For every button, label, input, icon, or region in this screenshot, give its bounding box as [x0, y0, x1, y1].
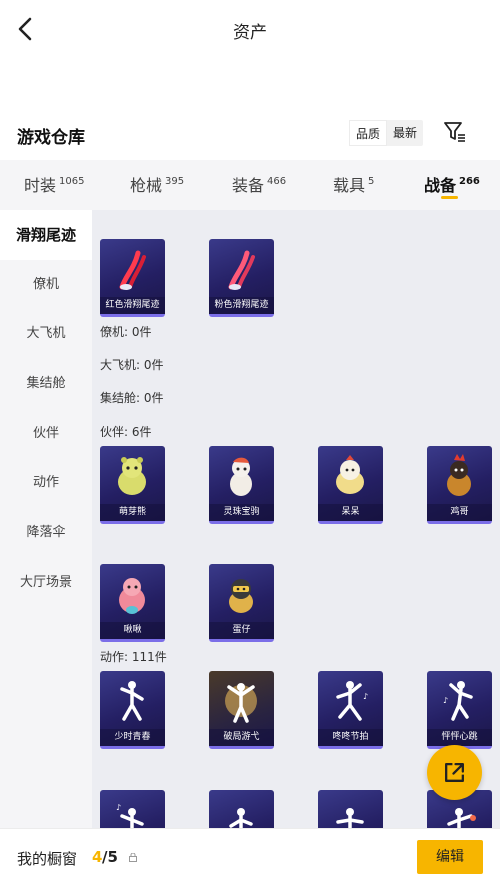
item-card-name: 红色滑翔尾迹: [100, 297, 165, 314]
item-card-name: 怦怦心跳: [427, 729, 492, 746]
item-card-name: 少时青春: [100, 729, 165, 746]
dance-pose-icon: ♪: [336, 681, 368, 721]
pod-count-label: 集结舱: 0件: [100, 391, 164, 405]
item-card-action-6[interactable]: [209, 790, 274, 830]
sidebar-item-parachute[interactable]: 降落伞: [0, 508, 92, 558]
item-card-pink-glide-trail[interactable]: 粉色滑翔尾迹: [209, 239, 274, 317]
item-card-action-3[interactable]: ♪ 咚咚节拍: [318, 671, 383, 749]
tab-active-indicator: [441, 196, 458, 199]
svg-text:♪: ♪: [116, 803, 121, 812]
tab-battle-gear[interactable]: 战备 266: [424, 172, 480, 196]
rooster-partner-icon: [447, 454, 471, 496]
top-bar: 资产: [0, 0, 500, 60]
item-card-name: 破局游弋: [209, 729, 274, 746]
item-card-action-2[interactable]: 破局游弋: [209, 671, 274, 749]
item-card-name: 粉色滑翔尾迹: [209, 297, 274, 314]
item-card-partner-horse[interactable]: 灵珠宝驹: [209, 446, 274, 524]
dance-pose-icon: [447, 808, 476, 830]
glide-trail-icon: [228, 250, 255, 290]
tab-vehicles[interactable]: 载具 5: [333, 172, 374, 196]
tab-fashion[interactable]: 时装 1065: [24, 172, 84, 196]
sidebar-item-lobby-scene[interactable]: 大厅场景: [0, 558, 92, 608]
svg-text:♪: ♪: [363, 692, 368, 701]
item-card-name: 咚咚节拍: [318, 729, 383, 746]
sidebar-item-plane[interactable]: 大飞机: [0, 309, 92, 359]
dance-pose-icon: [120, 681, 144, 721]
sort-newest-button[interactable]: 最新: [387, 120, 423, 146]
sidebar-item-partner[interactable]: 伙伴: [0, 409, 92, 459]
item-card-name: 啾啾: [100, 622, 165, 639]
item-card-action-4[interactable]: ♪ 怦怦心跳: [427, 671, 492, 749]
sidebar-item-wingman[interactable]: 僚机: [0, 260, 92, 310]
item-grid: 红色滑翔尾迹 粉色滑翔尾迹 僚机: 0件 大飞机: 0件 集结舱: 0件 伙伴:…: [92, 210, 500, 830]
share-button[interactable]: [427, 745, 482, 800]
item-card-name: 蛋仔: [209, 622, 274, 639]
item-card-partner-egg[interactable]: 蛋仔: [209, 564, 274, 642]
bottom-bar: 我的橱窗 4 /5 编辑: [0, 828, 500, 886]
item-card-red-glide-trail[interactable]: 红色滑翔尾迹: [100, 239, 165, 317]
item-card-name: 呆呆: [318, 504, 383, 521]
egg-partner-icon: [229, 579, 253, 613]
sort-toggle: 品质 最新: [349, 120, 424, 146]
edit-button[interactable]: 编辑: [417, 840, 483, 874]
item-card-partner-rooster[interactable]: 鸡哥: [427, 446, 492, 524]
tab-equipment[interactable]: 装备 466: [232, 172, 286, 196]
chick-partner-icon: [336, 455, 364, 494]
item-card-action-5[interactable]: ♪: [100, 790, 165, 830]
lock-icon: [129, 853, 137, 862]
partner-count-label: 伙伴: 6件: [100, 425, 152, 439]
item-card-action-1[interactable]: 少时青春: [100, 671, 165, 749]
tab-guns[interactable]: 枪械 395: [130, 172, 184, 196]
item-card-action-7[interactable]: [318, 790, 383, 830]
sidebar-item-glide-trail[interactable]: 滑翔尾迹: [0, 210, 92, 260]
sidebar: 滑翔尾迹 僚机 大飞机 集结舱 伙伴 动作 降落伞 大厅场景: [0, 210, 92, 830]
bear-partner-icon: [118, 457, 146, 495]
category-tabs: 时装 1065 枪械 395 装备 466 载具 5 战备 266: [0, 160, 500, 210]
item-card-partner-bear[interactable]: 萌芽熊: [100, 446, 165, 524]
dance-pose-icon: [229, 808, 253, 830]
showcase-label: 我的橱窗: [17, 850, 78, 868]
showcase-count: 4: [92, 848, 103, 866]
dance-pose-icon: ♪: [443, 681, 473, 721]
action-count-label: 动作: 111件: [100, 650, 167, 664]
dance-pose-icon: [225, 683, 257, 723]
horse-partner-icon: [230, 457, 252, 496]
section-title: 游戏仓库: [17, 128, 85, 148]
glide-trail-icon: [119, 250, 146, 290]
item-card-partner-chick[interactable]: 呆呆: [318, 446, 383, 524]
share-icon: [445, 763, 464, 782]
sidebar-item-action[interactable]: 动作: [0, 458, 92, 508]
wingman-count-label: 僚机: 0件: [100, 325, 152, 339]
showcase-total: /5: [102, 848, 118, 866]
bird-partner-icon: [119, 578, 145, 614]
item-card-name: 鸡哥: [427, 504, 492, 521]
sidebar-item-pod[interactable]: 集结舱: [0, 359, 92, 409]
item-card-name: 灵珠宝驹: [209, 504, 274, 521]
plane-count-label: 大飞机: 0件: [100, 358, 164, 372]
filter-icon[interactable]: [443, 120, 467, 144]
dance-pose-icon: [336, 808, 364, 830]
sort-quality-button[interactable]: 品质: [349, 120, 388, 146]
svg-text:♪: ♪: [443, 696, 448, 705]
dance-pose-icon: ♪: [116, 803, 144, 830]
item-card-partner-bird[interactable]: 啾啾: [100, 564, 165, 642]
page-title: 资产: [233, 23, 267, 43]
item-card-name: 萌芽熊: [100, 504, 165, 521]
